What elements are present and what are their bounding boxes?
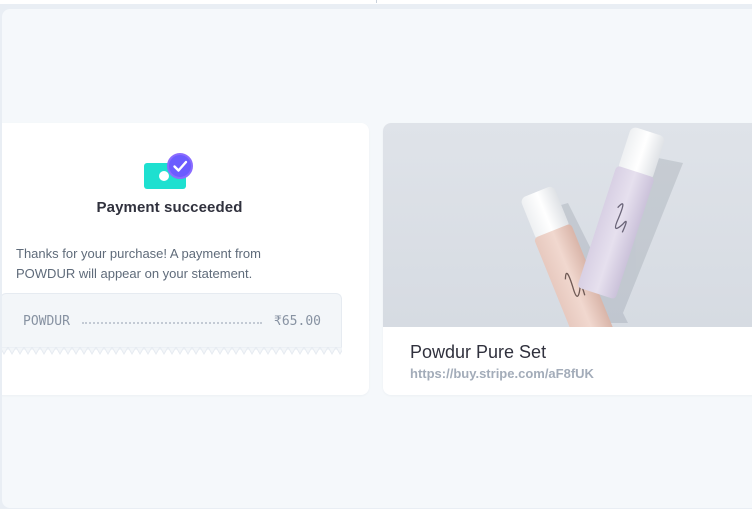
preview-stage: Payment succeeded Thanks for your purcha…: [2, 9, 752, 508]
payment-status-title: Payment succeeded: [96, 199, 243, 216]
receipt-merchant: POWDUR: [23, 314, 70, 329]
top-divider: [376, 0, 377, 3]
payment-status-message: Thanks for your purchase! A payment from…: [16, 246, 261, 281]
product-bottles-illustration: [521, 127, 683, 327]
product-name: Powdur Pure Set: [410, 342, 547, 362]
receipt-slip: POWDUR ₹65.00: [2, 293, 342, 350]
payment-confirmation-card: Payment succeeded Thanks for your purcha…: [2, 123, 369, 395]
browser-top-strip: [0, 0, 752, 4]
receipt-leader-dots: [81, 321, 263, 324]
product-link[interactable]: https://buy.stripe.com/aF8fUK: [410, 366, 594, 381]
receipt-amount: ₹65.00: [274, 314, 321, 329]
receipt-torn-edge: [2, 347, 342, 356]
product-photo: [383, 123, 752, 327]
payment-success-icon: [144, 153, 193, 189]
product-card[interactable]: Powdur Pure Set https://buy.stripe.com/a…: [383, 123, 752, 395]
receipt-line: POWDUR ₹65.00: [23, 314, 321, 329]
